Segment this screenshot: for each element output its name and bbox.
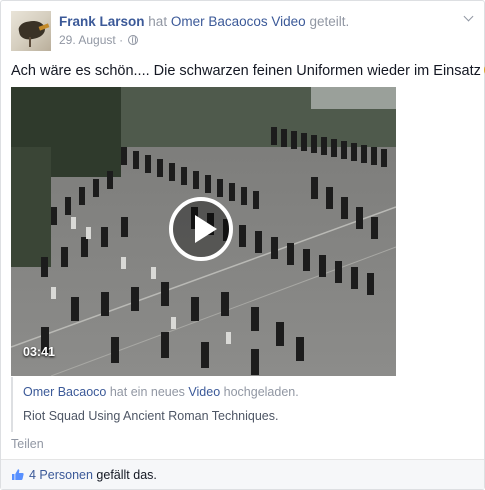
shared-attachment: Omer Bacaoco hat ein neues Video hochgel… — [11, 377, 396, 432]
share-button[interactable]: Teilen — [11, 437, 44, 451]
likes-bar: 4 Personen gefällt das. — [1, 459, 484, 489]
action-suffix: geteilt. — [309, 14, 350, 29]
chevron-down-icon[interactable] — [464, 13, 474, 23]
video-title: Riot Squad Using Ancient Roman Technique… — [23, 409, 279, 423]
shared-text-middle: hat ein neues — [109, 385, 185, 399]
likes-suffix: gefällt das. — [96, 468, 157, 482]
post-date-link[interactable]: 29. August — [59, 33, 116, 47]
feed-post: Frank Larson hat Omer Bacaocos Video get… — [0, 0, 485, 490]
shared-source-link[interactable]: Omer Bacaoco — [23, 385, 106, 399]
author-name-link[interactable]: Frank Larson — [59, 14, 145, 29]
shared-source-line: Omer Bacaoco hat ein neues Video hochgel… — [23, 385, 299, 399]
post-attribution: Frank Larson hat Omer Bacaocos Video get… — [59, 13, 349, 31]
shared-text-end: hochgeladen. — [223, 385, 299, 399]
video-duration: 03:41 — [23, 345, 55, 359]
play-icon[interactable] — [169, 197, 233, 261]
author-avatar[interactable] — [11, 11, 51, 51]
shared-from-link[interactable]: Omer Bacaocos Video — [171, 14, 306, 29]
post-meta: 29. August · — [59, 32, 139, 48]
action-prefix: hat — [148, 14, 168, 29]
likes-summary: 4 Personen gefällt das. — [29, 468, 157, 482]
video-player[interactable]: 03:41 — [11, 87, 396, 376]
thumbs-up-icon — [12, 469, 24, 480]
post-header: Frank Larson hat Omer Bacaocos Video get… — [11, 11, 474, 51]
post-message-text: Ach wäre es schön.... Die schwarzen fein… — [11, 63, 481, 79]
avatar-bird-shape — [17, 18, 47, 42]
globe-icon[interactable] — [128, 35, 139, 45]
post-message: Ach wäre es schön.... Die schwarzen fein… — [11, 61, 485, 81]
shared-video-link[interactable]: Video — [188, 385, 220, 399]
meta-separator: · — [119, 33, 124, 47]
likes-count-link[interactable]: 4 Personen — [29, 468, 93, 482]
